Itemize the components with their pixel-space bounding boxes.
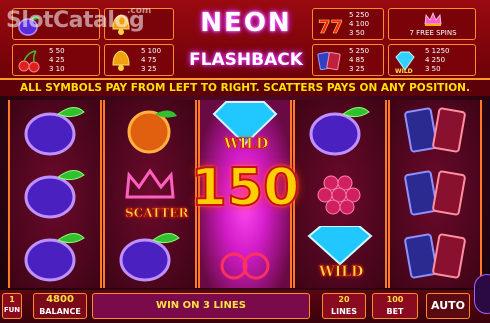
logo-flashback: FLASHBACK [189, 50, 303, 70]
bottom-bar: 1 FUN 4800 BALANCE WIN ON 3 LINES 20 LIN… [0, 274, 490, 323]
cards-icon [404, 107, 466, 153]
watermark-suffix: .com [127, 6, 152, 16]
plum-icon [24, 233, 85, 282]
plum-icon [119, 233, 180, 282]
cards-icon [404, 233, 466, 279]
slot-game: 5 50 4 25 3 10 5 100 4 75 3 25 NEON FLAS… [0, 0, 490, 323]
free-spins-label: 7 FREE SPINS [409, 29, 457, 37]
bell-icon [112, 50, 130, 71]
sevens-pays: 5 250 4 100 3 50 [349, 11, 370, 37]
balance-display: 4800 BALANCE [33, 293, 87, 319]
auto-button[interactable]: AUTO [426, 293, 470, 319]
cherry-icon [18, 50, 40, 73]
spin-button[interactable] [474, 274, 490, 314]
paytable-scatter: 7 FREE SPINS [388, 8, 476, 40]
watermark: SlotCatalog [6, 8, 145, 33]
reel-1 [8, 100, 102, 288]
bell-pays: 5 100 4 75 3 25 [141, 47, 162, 73]
wild-pays: 5 1250 4 250 3 50 [425, 47, 450, 73]
reel-5 [388, 100, 482, 288]
svg-text:77: 77 [318, 17, 342, 38]
wild-label: WILD [319, 264, 364, 281]
fun-display[interactable]: 1 FUN [2, 293, 22, 319]
lines-selector[interactable]: 20 LINES [322, 293, 366, 319]
cherry-pays: 5 50 4 25 3 10 [49, 47, 65, 73]
paytable-wild: WILD 5 1250 4 250 3 50 [388, 44, 476, 76]
paytable-cherry: 5 50 4 25 3 10 [12, 44, 100, 76]
cards-icon [317, 51, 341, 71]
plum-icon [24, 107, 85, 156]
plum-icon [24, 170, 85, 219]
svg-text:WILD: WILD [395, 68, 413, 74]
crown-icon [424, 11, 442, 26]
cards-icon [404, 170, 466, 216]
win-message: WIN ON 3 LINES [92, 293, 310, 319]
cherry-icon [220, 252, 270, 280]
diamond-icon: WILD [395, 51, 415, 74]
logo-neon: NEON [200, 8, 292, 38]
paytable-cards: 5 250 4 85 3 25 [312, 44, 384, 76]
bet-selector[interactable]: 100 BET [372, 293, 418, 319]
win-amount: 150 [190, 157, 301, 219]
paytable-sevens: 77 5 250 4 100 3 50 [312, 8, 384, 40]
cards-pays: 5 250 4 85 3 25 [349, 47, 370, 73]
sevens-icon: 77 [318, 17, 342, 38]
rules-banner: ALL SYMBOLS PAY FROM LEFT TO RIGHT. SCAT… [0, 80, 490, 96]
paytable-bell: 5 100 4 75 3 25 [104, 44, 174, 76]
